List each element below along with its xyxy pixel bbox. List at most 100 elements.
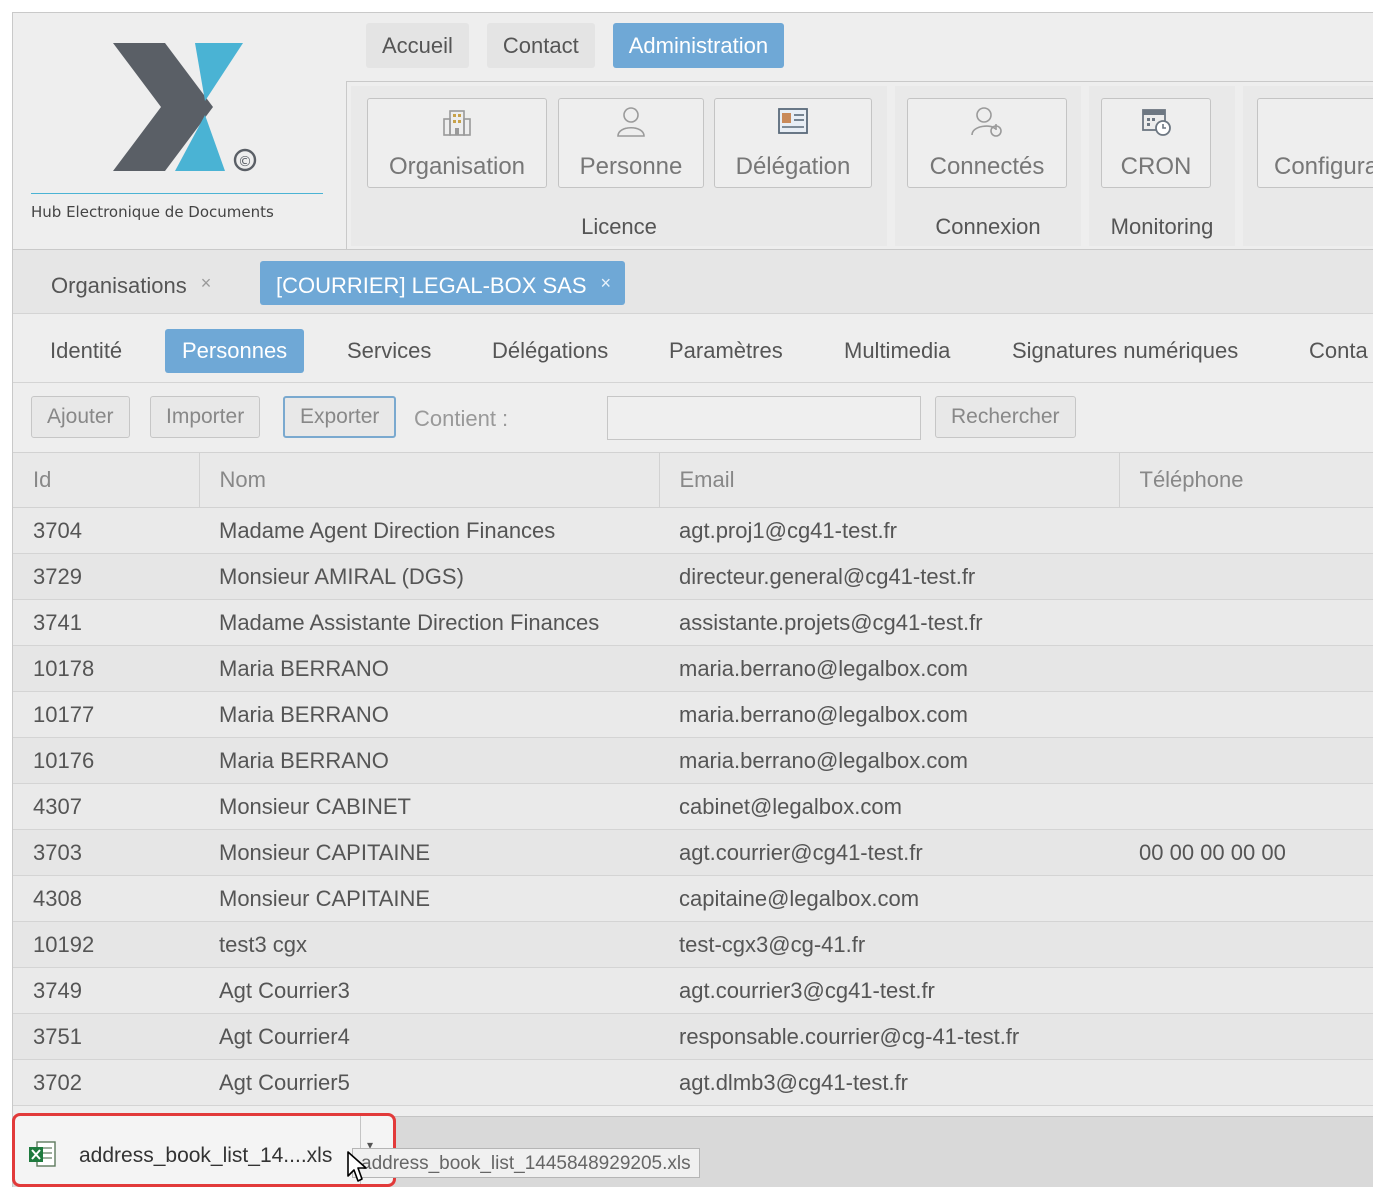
top-tab-accueil[interactable]: Accueil <box>366 23 469 68</box>
table-row[interactable]: 3729 Monsieur AMIRAL (DGS) directeur.gener… <box>13 553 1373 600</box>
cell-nom: Monsieur CAPITAINE <box>199 875 659 922</box>
tab-personnes[interactable]: Personnes <box>165 329 305 373</box>
cell-telephone <box>1119 553 1373 600</box>
ribbon-button-personne[interactable]: Personne <box>558 98 704 188</box>
ribbon-button-label: Configura <box>1274 153 1373 180</box>
ribbon-group-connexion: Connectés Connexion <box>895 86 1081 246</box>
table-row[interactable]: 3704 Madame Agent Direction Finances agt.p… <box>13 507 1373 554</box>
column-header-telephone[interactable]: Téléphone <box>1118 452 1373 508</box>
import-button[interactable]: Importer <box>150 396 261 438</box>
table-row[interactable]: 3741 Madame Assistante Direction Finances… <box>13 599 1373 646</box>
ribbon-button-organisation[interactable]: Organisation <box>367 98 547 188</box>
cell-id: 10176 <box>13 737 199 784</box>
top-nav: Accueil Contact Administration <box>366 23 785 69</box>
tab-contacts[interactable]: Conta <box>1309 329 1368 373</box>
cell-telephone <box>1119 599 1373 646</box>
cell-nom: Agt Courrier4 <box>199 1013 659 1060</box>
close-icon[interactable]: × <box>601 273 612 293</box>
cell-id: 3729 <box>13 553 199 600</box>
tab-signatures-numeriques[interactable]: Signatures numériques <box>1012 329 1238 373</box>
cell-nom: Agt Courrier5 <box>199 1059 659 1106</box>
ribbon-button-label: Connectés <box>929 153 1045 180</box>
top-tab-administration[interactable]: Administration <box>612 23 785 68</box>
table-row[interactable]: 3703 Monsieur CAPITAINE agt.courrier@cg41-… <box>13 829 1373 876</box>
cell-nom: Maria BERRANO <box>199 737 659 784</box>
download-tooltip: address_book_list_1445848929205.xls <box>352 1148 700 1178</box>
cell-telephone <box>1119 967 1373 1014</box>
table-row[interactable]: 3749 Agt Courrier3 agt.courrier3@cg41-test… <box>13 967 1373 1014</box>
download-item[interactable]: address_book_list_14....xls ▾ <box>12 1113 396 1187</box>
ribbon-button-configuration[interactable]: Configura <box>1257 98 1373 188</box>
persons-table: Id Nom Email Téléphone 3704 Madame Agent … <box>13 452 1373 1106</box>
user-power-icon <box>971 107 1002 137</box>
cell-id: 3704 <box>13 507 199 554</box>
tab-parametres[interactable]: Paramètres <box>669 329 783 373</box>
doc-tab-organisations[interactable]: Organisations × <box>51 261 211 305</box>
cell-nom: Madame Agent Direction Finances <box>199 507 659 554</box>
cell-email: capitaine@legalbox.com <box>659 875 1119 922</box>
logo-mark-icon: © <box>113 43 257 172</box>
document-tabs: Organisations × [COURRIER] LEGAL-BOX SAS × <box>13 249 1373 313</box>
tab-services[interactable]: Services <box>347 329 431 373</box>
top-tab-contact[interactable]: Contact <box>486 23 595 68</box>
logo[interactable]: © Hub Electronique de Documents <box>13 13 345 249</box>
doc-tab-legal-box[interactable]: [COURRIER] LEGAL-BOX SAS × <box>260 261 626 305</box>
table-row[interactable]: 4307 Monsieur CABINET cabinet@legalbox.com <box>13 783 1373 830</box>
cell-id: 4307 <box>13 783 199 830</box>
ribbon-button-cron[interactable]: CRON <box>1101 98 1211 188</box>
cell-email: maria.berrano@legalbox.com <box>659 691 1119 738</box>
ribbon-button-label: CRON <box>1120 153 1192 180</box>
table-row[interactable]: 10176 Maria BERRANO maria.berrano@legalbox… <box>13 737 1373 784</box>
tab-delegations[interactable]: Délégations <box>492 329 608 373</box>
cell-id: 10178 <box>13 645 199 692</box>
table-row[interactable]: 4308 Monsieur CAPITAINE capitaine@legalbox… <box>13 875 1373 922</box>
cell-id: 10177 <box>13 691 199 738</box>
tab-identite[interactable]: Identité <box>50 329 122 373</box>
ribbon-button-label: Organisation <box>388 153 526 180</box>
add-button[interactable]: Ajouter <box>31 396 130 438</box>
table-row[interactable]: 10178 Maria BERRANO maria.berrano@legalbox… <box>13 645 1373 692</box>
ribbon-button-label: Délégation <box>735 153 851 180</box>
cell-nom: Monsieur CABINET <box>199 783 659 830</box>
cell-telephone <box>1119 737 1373 784</box>
cell-email: assistante.projets@cg41-test.fr <box>659 599 1119 646</box>
cell-email: test-cgx3@cg-41.fr <box>659 921 1119 968</box>
cell-nom: Monsieur CAPITAINE <box>199 829 659 876</box>
ribbon-group-monitoring: CRON Monitoring <box>1089 86 1235 246</box>
column-header-nom[interactable]: Nom <box>198 452 660 508</box>
close-icon[interactable]: × <box>201 273 212 293</box>
person-icon <box>617 107 645 137</box>
table-row[interactable]: 3702 Agt Courrier5 agt.dlmb3@cg41-test.fr <box>13 1059 1373 1106</box>
table-row[interactable]: 10177 Maria BERRANO maria.berrano@legalbox… <box>13 691 1373 738</box>
cell-nom: Maria BERRANO <box>199 691 659 738</box>
ribbon-group-configuration: Configura <box>1243 86 1373 246</box>
table-row[interactable]: 3751 Agt Courrier4 responsable.courrier@cg… <box>13 1013 1373 1060</box>
search-button[interactable]: Rechercher <box>935 396 1076 438</box>
ribbon-button-delegation[interactable]: Délégation <box>714 98 872 188</box>
search-input[interactable] <box>607 396 921 440</box>
cell-telephone <box>1119 1013 1373 1060</box>
cell-telephone: 00 00 00 00 00 <box>1119 829 1373 876</box>
cell-telephone <box>1119 921 1373 968</box>
contains-label: Contient : <box>414 406 509 431</box>
cell-telephone <box>1119 783 1373 830</box>
cell-nom: test3 cgx <box>199 921 659 968</box>
cell-email: agt.dlmb3@cg41-test.fr <box>659 1059 1119 1106</box>
export-button[interactable]: Exporter <box>283 396 397 438</box>
table-row[interactable]: 10192 test3 cgx test-cgx3@cg-41.fr <box>13 921 1373 968</box>
cell-telephone <box>1119 1059 1373 1106</box>
column-header-email[interactable]: Email <box>658 452 1120 508</box>
mouse-cursor-icon <box>347 1151 367 1182</box>
cell-id: 10192 <box>13 921 199 968</box>
cell-email: maria.berrano@legalbox.com <box>659 645 1119 692</box>
id-card-icon <box>778 108 808 134</box>
ribbon-group-label: Licence <box>581 214 657 239</box>
tab-multimedia[interactable]: Multimedia <box>844 329 950 373</box>
table-header-row: Id Nom Email Téléphone <box>13 452 1373 508</box>
cell-email: directeur.general@cg41-test.fr <box>659 553 1119 600</box>
toolbar: Ajouter Importer Exporter Contient : Rec… <box>13 384 1373 452</box>
ribbon-button-connectes[interactable]: Connectés <box>907 98 1067 188</box>
column-header-id[interactable]: Id <box>13 452 200 508</box>
cell-nom: Monsieur AMIRAL (DGS) <box>199 553 659 600</box>
cell-telephone <box>1119 645 1373 692</box>
